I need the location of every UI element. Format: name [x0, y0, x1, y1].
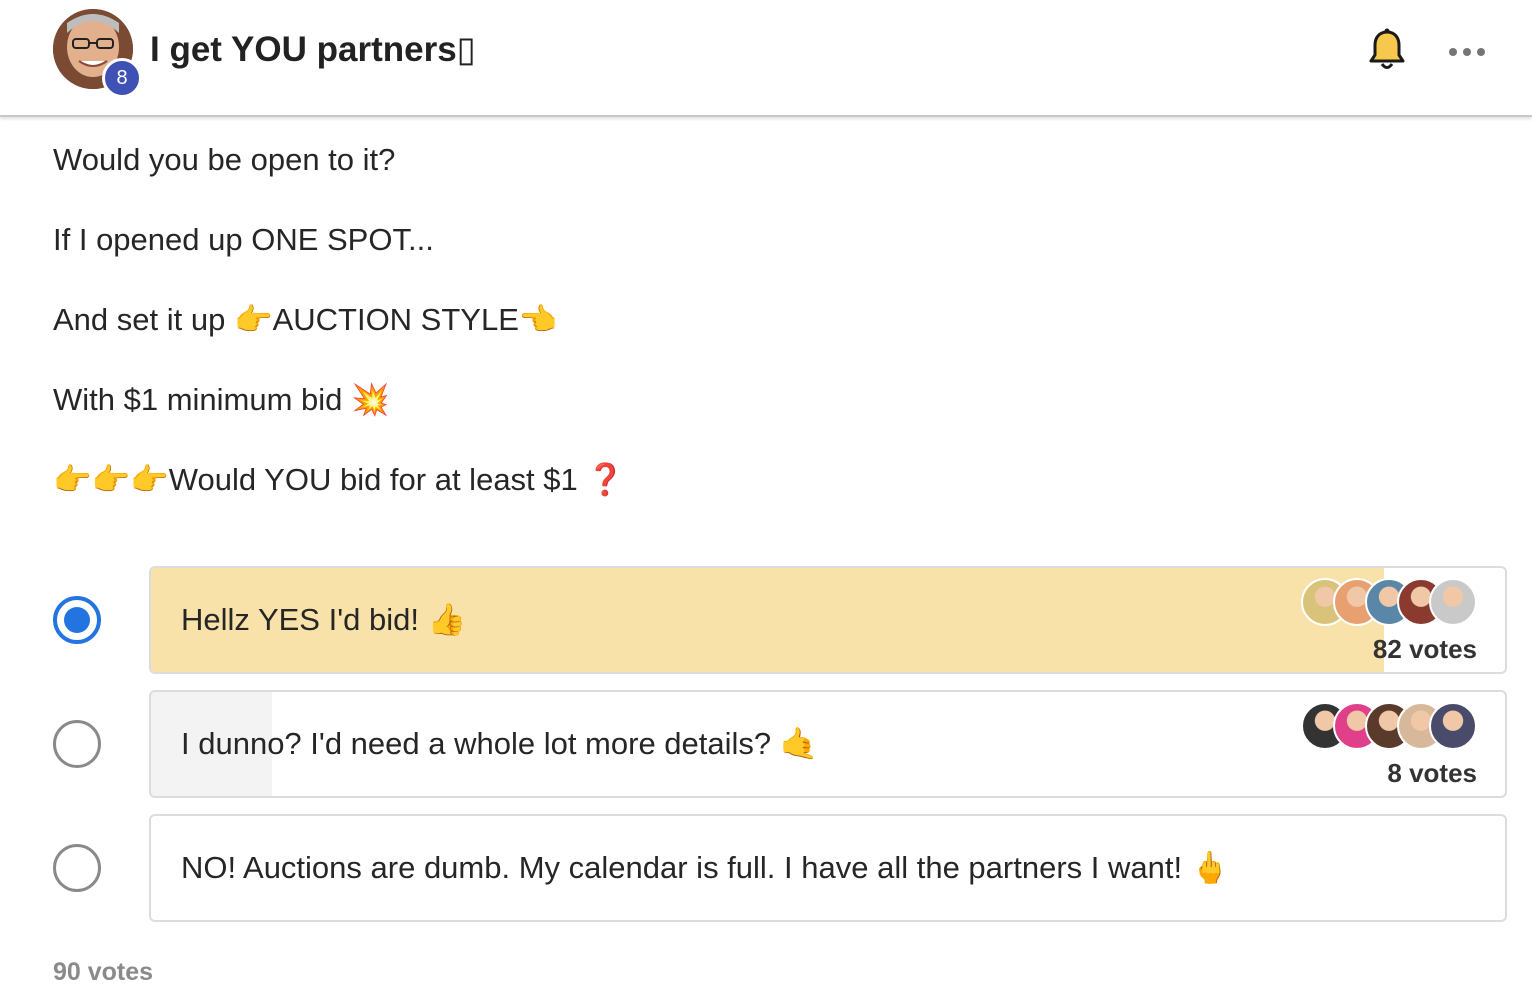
- group-title[interactable]: I get YOU partners▯: [150, 30, 476, 70]
- bell-icon[interactable]: [1368, 28, 1406, 72]
- level-badge: 8: [102, 58, 142, 98]
- poll-option-box[interactable]: Hellz YES I'd bid! 👍 82 votes: [149, 566, 1507, 674]
- post-text: AUCTION STYLE: [272, 302, 519, 337]
- point-left-icon: 👈: [518, 302, 558, 338]
- poll-option-label: Hellz YES I'd bid! 👍: [181, 602, 467, 638]
- poll-option-label: I dunno? I'd need a whole lot more detai…: [181, 726, 819, 762]
- more-options-icon[interactable]: [1448, 44, 1486, 56]
- post-line: And set it up 👉AUCTION STYLE👈: [53, 300, 1493, 340]
- poll-option-label: NO! Auctions are dumb. My calendar is fu…: [181, 850, 1230, 886]
- collision-icon: 💥: [351, 382, 390, 418]
- call-me-hand-icon: 🤙: [779, 726, 819, 762]
- point-right-icons: 👉👉👉: [53, 462, 169, 498]
- option-vote-count[interactable]: 8 votes: [1387, 758, 1477, 789]
- post-text: With $1 minimum bid: [53, 382, 352, 417]
- voter-avatar[interactable]: [1429, 702, 1477, 750]
- poll-option-box[interactable]: I dunno? I'd need a whole lot more detai…: [149, 690, 1507, 798]
- thumbs-up-icon: 👍: [427, 602, 467, 638]
- poll-option[interactable]: I dunno? I'd need a whole lot more detai…: [0, 690, 1532, 798]
- radio-button[interactable]: [53, 720, 101, 768]
- post-line: 👉👉👉Would YOU bid for at least $1 ❓: [53, 460, 1493, 500]
- question-mark-icon: ❓: [586, 462, 625, 498]
- post-line: Would you be open to it?: [53, 140, 1493, 180]
- point-right-icon: 👉: [233, 302, 273, 338]
- middle-finger-icon: 🖕: [1190, 850, 1230, 886]
- post-line: If I opened up ONE SPOT...: [53, 220, 1493, 260]
- radio-button[interactable]: [53, 844, 101, 892]
- voter-avatars[interactable]: [1301, 578, 1477, 628]
- total-votes[interactable]: 90 votes: [53, 958, 153, 987]
- post-text: If I opened up ONE SPOT...: [53, 222, 434, 257]
- voter-avatar[interactable]: [1429, 578, 1477, 626]
- poll-option[interactable]: NO! Auctions are dumb. My calendar is fu…: [0, 814, 1532, 922]
- post-line: With $1 minimum bid 💥: [53, 380, 1493, 420]
- voter-avatars[interactable]: [1301, 702, 1477, 752]
- post-body: Would you be open to it? If I opened up …: [53, 140, 1493, 540]
- option-vote-count[interactable]: 82 votes: [1373, 634, 1477, 665]
- avatar[interactable]: 8: [53, 9, 142, 98]
- post-text: Would you be open to it?: [53, 142, 396, 177]
- post-text: Would YOU bid for at least $1: [168, 462, 587, 497]
- poll-option[interactable]: Hellz YES I'd bid! 👍 82 votes: [0, 566, 1532, 674]
- radio-button-selected[interactable]: [53, 596, 101, 644]
- group-header: 8 I get YOU partners▯: [0, 0, 1532, 117]
- poll-option-box[interactable]: NO! Auctions are dumb. My calendar is fu…: [149, 814, 1507, 922]
- post-text: And set it up: [53, 302, 234, 337]
